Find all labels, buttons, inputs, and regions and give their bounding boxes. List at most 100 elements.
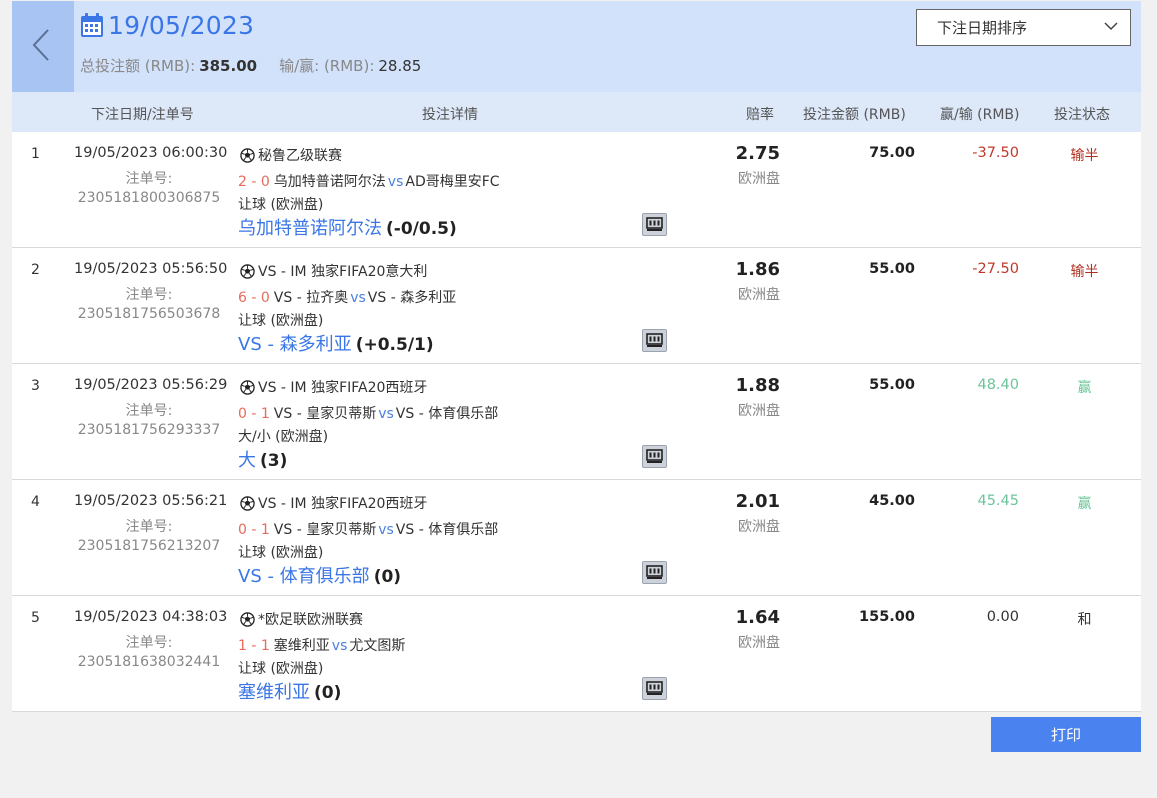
col-stake: 投注金额 (RMB) (803, 107, 906, 123)
selection-pick: 大 (238, 450, 256, 471)
calendar-icon (81, 13, 103, 37)
bet-selection: VS - 体育俱乐部 (0) (238, 562, 401, 588)
col-details: 投注详情 (422, 107, 478, 123)
scoreboard-icon (646, 449, 663, 463)
bet-datetime: 19/05/2023 05:56:50 (74, 261, 228, 277)
stake-amount: 55.00 (869, 261, 915, 277)
match-score: 2 - 0 (238, 174, 270, 190)
ticket-number: 2305181756213207 (77, 538, 221, 554)
winloss-amount: -37.50 (972, 145, 1019, 161)
league-name: 秘鲁乙级联赛 (258, 148, 342, 164)
home-team: VS - 皇家贝蒂斯 (273, 522, 377, 538)
bet-selection: 大 (3) (238, 446, 287, 472)
odds-value: 1.86 (735, 259, 780, 280)
winloss-amount: -27.50 (972, 261, 1019, 277)
vs-label: vs (387, 174, 404, 190)
league: VS - IM 独家FIFA20西班牙 (240, 493, 427, 513)
selection-line: (0) (314, 683, 342, 703)
print-button[interactable]: 打印 (991, 717, 1141, 752)
scoreboard-icon (646, 217, 663, 231)
scoreboard-icon (646, 681, 663, 695)
league: *欧足联欧洲联赛 (240, 609, 363, 629)
match-detail-button[interactable] (642, 677, 667, 700)
match-detail-button[interactable] (642, 445, 667, 468)
away-team: VS - 体育俱乐部 (395, 406, 499, 422)
row-index: 4 (31, 494, 40, 510)
league: VS - IM 独家FIFA20西班牙 (240, 377, 427, 397)
selection-line: (3) (260, 451, 288, 471)
chevron-down-icon (1104, 22, 1118, 31)
match-score: 1 - 1 (238, 638, 270, 654)
odds-value: 1.88 (735, 375, 780, 396)
bet-selection: 塞维利亚 (0) (238, 678, 341, 704)
bet-status: 输半 (1070, 148, 1099, 164)
summary-header: 19/05/2023 总投注额 (RMB): 385.00 输/赢: (RMB): 2… (12, 1, 1141, 92)
match-detail-button[interactable] (642, 213, 667, 236)
odds-value: 2.75 (735, 143, 780, 164)
winloss-label: 输/赢: (RMB): (279, 57, 375, 75)
odds-type: 欧洲盘 (738, 171, 780, 187)
selection-pick: VS - 森多利亚 (238, 334, 352, 355)
home-team: VS - 皇家贝蒂斯 (273, 406, 377, 422)
table-row: 4 19/05/2023 05:56:21 注单号: 2305181756213… (12, 480, 1141, 596)
selection-line: (-0/0.5) (386, 219, 457, 239)
bet-list: 1 19/05/2023 06:00:30 注单号: 2305181800306… (12, 132, 1141, 712)
stake-amount: 45.00 (869, 493, 915, 509)
bet-datetime: 19/05/2023 04:38:03 (74, 609, 228, 625)
bet-status: 赢 (1077, 380, 1092, 396)
selection-pick: 乌加特普诺阿尔法 (238, 218, 382, 239)
scoreboard-icon (646, 333, 663, 347)
row-index: 5 (31, 610, 40, 626)
col-date-ticket: 下注日期/注单号 (91, 107, 194, 123)
match-score: 6 - 0 (238, 290, 270, 306)
col-odds: 赔率 (746, 107, 774, 123)
selection-line: (+0.5/1) (355, 335, 434, 355)
page-title: 19/05/2023 (80, 9, 254, 41)
bet-status: 和 (1077, 612, 1092, 628)
soccer-ball-icon (240, 495, 255, 511)
date-text: 19/05/2023 (108, 10, 255, 40)
table-row: 3 19/05/2023 05:56:29 注单号: 2305181756293… (12, 364, 1141, 480)
stake-amount: 155.00 (859, 609, 915, 625)
away-team: VS - 森多利亚 (367, 290, 457, 306)
league-name: VS - IM 独家FIFA20西班牙 (258, 380, 428, 396)
match-score: 0 - 1 (238, 522, 270, 538)
winloss-amount: 0.00 (986, 609, 1019, 625)
table-row: 1 19/05/2023 06:00:30 注单号: 2305181800306… (12, 132, 1141, 248)
selection-pick: VS - 体育俱乐部 (238, 566, 370, 587)
ticket-number: 2305181638032441 (77, 654, 221, 670)
chevron-left-icon (32, 29, 49, 61)
back-button[interactable] (12, 1, 74, 92)
ticket-number: 2305181800306875 (77, 190, 221, 206)
scoreboard-icon (646, 565, 663, 579)
match-score: 0 - 1 (238, 406, 270, 422)
selection-line: (0) (373, 567, 402, 587)
odds-type: 欧洲盘 (738, 403, 780, 419)
match-line: 2 - 0 乌加特普诺阿尔法 vs AD哥梅里安FC (238, 171, 500, 191)
match-line: 1 - 1 塞维利亚 vs 尤文图斯 (238, 635, 405, 655)
market-type: 让球 (欧洲盘) (238, 313, 324, 329)
total-stake-label: 总投注额 (RMB): (80, 57, 196, 75)
row-index: 3 (31, 378, 40, 394)
sort-dropdown[interactable]: 下注日期排序 (916, 9, 1131, 46)
match-detail-button[interactable] (642, 329, 667, 352)
market-type: 大/小 (欧洲盘) (238, 429, 329, 445)
market-type: 让球 (欧洲盘) (238, 197, 324, 213)
home-team: 塞维利亚 (273, 638, 330, 654)
ticket-label: 注单号: (125, 519, 173, 535)
league-name: VS - IM 独家FIFA20西班牙 (258, 496, 428, 512)
soccer-ball-icon (240, 611, 255, 627)
table-header: 下注日期/注单号 投注详情 赔率 投注金额 (RMB) 赢/输 (RMB) 投注… (12, 92, 1141, 132)
league-name: VS - IM 独家FIFA20意大利 (258, 264, 428, 280)
col-status: 投注状态 (1054, 107, 1110, 123)
bet-datetime: 19/05/2023 06:00:30 (74, 145, 228, 161)
summary-line: 总投注额 (RMB): 385.00 输/赢: (RMB): 28.85 (80, 55, 421, 76)
soccer-ball-icon (240, 379, 255, 395)
winloss-amount: 48.40 (977, 377, 1019, 393)
col-winloss: 赢/输 (RMB) (940, 107, 1020, 123)
bet-datetime: 19/05/2023 05:56:21 (74, 493, 228, 509)
match-detail-button[interactable] (642, 561, 667, 584)
market-type: 让球 (欧洲盘) (238, 661, 324, 677)
away-team: VS - 体育俱乐部 (395, 522, 499, 538)
odds-type: 欧洲盘 (738, 287, 780, 303)
